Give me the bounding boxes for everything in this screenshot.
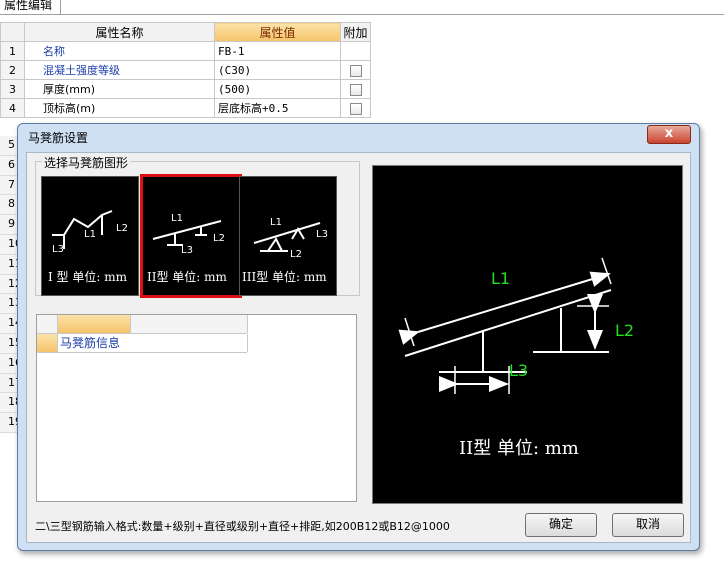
type-1-l1-label: L1	[84, 229, 96, 240]
group-label: 选择马凳筋图形	[42, 154, 131, 171]
extra-checkbox[interactable]	[349, 83, 362, 96]
header-cell[interactable]	[131, 315, 248, 333]
type-3-l3-label: L3	[316, 229, 328, 240]
type-2-caption: II型 单位: mm	[147, 269, 228, 284]
table-row[interactable]: 2 混凝土强度等级 (C30)	[0, 60, 371, 80]
property-value[interactable]: 层底标高+0.5	[214, 98, 341, 118]
shape-option-type-2[interactable]: L1 L2 L3 II型 单位: mm	[140, 174, 242, 298]
property-table: 属性名称 属性值 附加 1 名称 FB-1 2 混凝土强度等级 (C30) 3 …	[0, 22, 371, 118]
info-label: 马凳筋信息	[58, 334, 133, 352]
type-3-l2-label: L2	[290, 249, 302, 260]
property-name: 混凝土强度等级	[24, 60, 215, 80]
shape-option-type-1[interactable]: L1 L2 L3 I 型 单位: mm	[41, 176, 139, 296]
panel-tabstrip: 属性编辑	[0, 0, 724, 15]
header-value[interactable]: 属性值	[214, 22, 341, 42]
dialog-client: 选择马凳筋图形 L1 L2 L3 I 型 单位: mm L1 L2 L3 II型…	[26, 152, 691, 543]
type-1-diagram: L1 L2 L3 I 型 单位: mm	[48, 210, 128, 284]
stirrup-info-table: 马凳筋信息	[36, 314, 357, 502]
header-cell[interactable]	[58, 315, 131, 333]
corner-cell	[37, 315, 58, 333]
shape-preview: L1 L2 L3 II型 单位: mm	[372, 165, 683, 504]
header-extra[interactable]: 附加	[340, 22, 371, 42]
row-number: 2	[0, 60, 25, 80]
shape-option-type-3[interactable]: L1 L2 L3 III型 单位: mm	[239, 176, 337, 296]
table-row[interactable]: 马凳筋信息	[37, 334, 248, 353]
tab-property-edit[interactable]: 属性编辑	[0, 0, 62, 14]
extra-cell	[340, 79, 371, 99]
table-row[interactable]: 1 名称 FB-1	[0, 41, 371, 61]
property-value[interactable]: (C30)	[214, 60, 341, 80]
input-format-hint: 二\三型钢筋输入格式:数量+级别+直径或级别+直径+排距,如200B12或B12…	[35, 520, 450, 533]
type-3-diagram: L1 L2 L3 III型 单位: mm	[242, 217, 328, 284]
preview-l3-label: L3	[509, 361, 528, 380]
type-1-l3-label: L3	[52, 244, 64, 255]
property-name: 厚度(mm)	[24, 79, 215, 99]
extra-cell	[340, 60, 371, 80]
property-name: 名称	[24, 41, 215, 61]
type-2-l3-label: L3	[181, 245, 193, 256]
row-selector[interactable]	[37, 334, 58, 352]
property-table-header: 属性名称 属性值 附加	[0, 22, 371, 42]
type-1-caption: I 型 单位: mm	[48, 269, 128, 284]
type-2-diagram: L1 L2 L3 II型 单位: mm	[147, 213, 228, 284]
table-row[interactable]: 4 顶标高(m) 层底标高+0.5	[0, 98, 371, 118]
type-2-l1-label: L1	[171, 213, 183, 224]
extra-checkbox[interactable]	[349, 64, 362, 77]
row-number: 3	[0, 79, 25, 99]
type-1-l2-label: L2	[116, 223, 128, 234]
type-3-l1-label: L1	[270, 217, 282, 228]
property-value[interactable]: FB-1	[214, 41, 341, 61]
preview-l1-label: L1	[491, 269, 510, 288]
preview-l2-label: L2	[615, 321, 634, 340]
info-table-header	[37, 315, 248, 334]
stirrup-settings-dialog: 马凳筋设置 x 选择马凳筋图形 L1 L2 L3 I 型 单位: mm L1 L…	[17, 123, 700, 551]
property-value[interactable]: (500)	[214, 79, 341, 99]
ok-button[interactable]: 确定	[525, 513, 597, 537]
row-number: 4	[0, 98, 25, 118]
type-3-caption: III型 单位: mm	[242, 269, 327, 284]
cancel-button[interactable]: 取消	[612, 513, 684, 537]
shape-select-group: 选择马凳筋图形 L1 L2 L3 I 型 单位: mm L1 L2 L3 II型…	[35, 154, 360, 298]
close-icon: x	[664, 126, 674, 141]
row-number: 1	[0, 41, 25, 61]
dialog-titlebar[interactable]: 马凳筋设置 x	[18, 124, 699, 146]
preview-caption: II型 单位: mm	[459, 438, 579, 459]
extra-checkbox[interactable]	[349, 102, 362, 115]
property-name: 顶标高(m)	[24, 98, 215, 118]
extra-cell	[340, 98, 371, 118]
type-2-l2-label: L2	[213, 233, 225, 244]
preview-diagram: L1 L2 L3 II型 单位: mm	[398, 257, 634, 459]
extra-cell	[340, 41, 371, 61]
close-button[interactable]: x	[647, 125, 691, 144]
dialog-title: 马凳筋设置	[28, 131, 89, 145]
corner-cell	[0, 22, 25, 42]
info-value-input[interactable]	[131, 334, 248, 352]
table-row[interactable]: 3 厚度(mm) (500)	[0, 79, 371, 99]
header-name[interactable]: 属性名称	[24, 22, 215, 42]
